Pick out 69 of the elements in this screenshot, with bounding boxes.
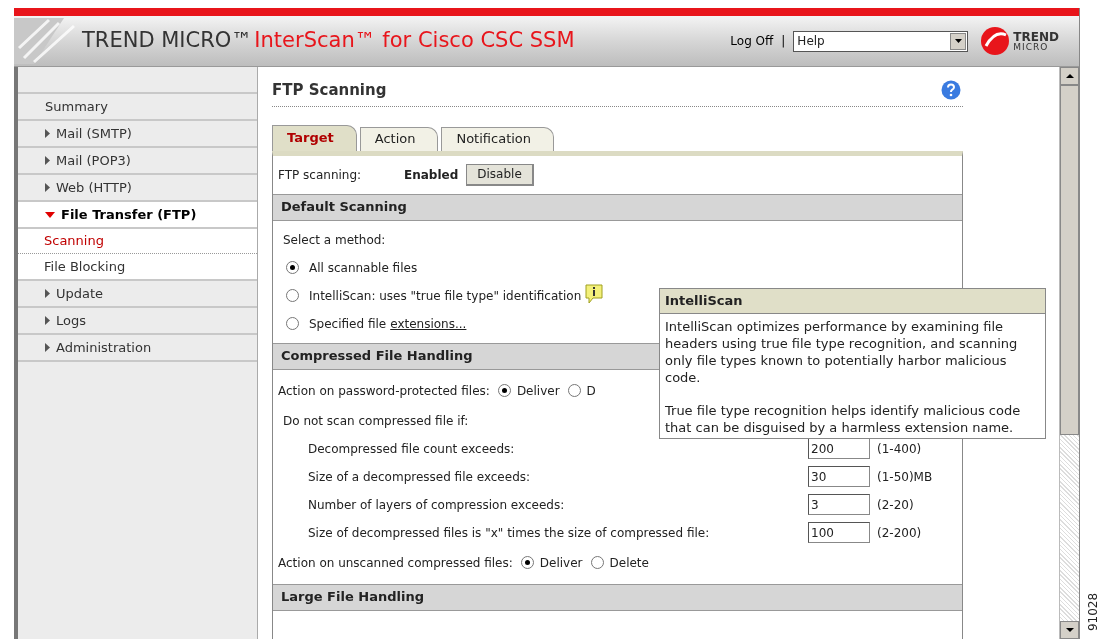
info-icon[interactable] [585,283,604,304]
scroll-down-button[interactable] [1060,621,1079,639]
help-icon[interactable] [941,80,961,101]
radio-button[interactable] [286,317,299,330]
section-header: Large File Handling [273,583,962,611]
radio-button[interactable] [286,289,299,302]
down-arrow-icon [1065,628,1074,632]
triangle-right-icon [45,183,50,192]
brand-name: TREND MICRO™ [82,27,253,55]
row-label: Do not scan compressed file if: [283,412,469,430]
range-label: (1-50)MB [877,468,933,486]
row-label: Select a method: [283,231,386,249]
help-select[interactable]: Help [793,30,969,52]
triangle-right-icon [45,129,50,138]
option-label: D [586,382,596,400]
row-label: Action on password-protected files: [278,382,490,400]
number-field[interactable]: 200 [808,438,870,459]
tab[interactable]: Action [359,126,439,151]
range-label: (1-400) [877,440,922,458]
row-label: Size of decompressed files is "x" times the size of compressed file: [308,524,711,542]
triangle-right-icon [45,156,50,165]
option-label: Delete [609,554,649,572]
log-off-link[interactable]: Log Off [730,32,774,50]
row-label: Action on unscanned compressed files: [278,554,513,572]
radio-button[interactable] [590,556,604,569]
tab[interactable]: Notification [441,126,555,151]
tooltip-title: IntelliScan [660,289,1045,314]
option-label: Specified file [309,315,387,333]
sidebar-subitem[interactable]: Scanning [18,229,257,254]
section-header: Default Scanning [273,193,962,221]
sidebar-subitem[interactable]: File Blocking [18,254,257,279]
disable-button[interactable]: Disable [466,163,534,186]
up-arrow-icon [1065,74,1074,78]
page-title: FTP Scanning [272,80,387,101]
tooltip-text: True file type recognition helps identify malicious code that can be disguised by a harmless extension name. [665,402,1022,436]
dropdown-arrow-icon [954,39,962,43]
extensions-link[interactable]: extensions... [390,314,467,333]
scroll-thumb[interactable] [1060,85,1079,435]
number-field[interactable]: 30 [808,466,870,487]
tab[interactable]: Target [272,124,357,151]
row-label: Decompressed file count exceeds: [308,440,516,458]
row-label: Size of a decompressed file exceeds: [308,468,532,486]
radio-button[interactable] [567,384,581,397]
triangle-right-icon [45,343,50,352]
product-name: InterScan™ for Cisco CSC SSM [254,27,575,55]
triangle-right-icon [45,316,50,325]
sidebar-item[interactable]: File Transfer (FTP) [18,202,257,229]
option-label: Deliver [516,382,560,400]
separator: | [781,33,786,50]
logo-subtext: MICRO [1013,42,1050,52]
triangle-right-icon [45,289,50,298]
figure-number: 91028 [1085,592,1101,632]
row-label: FTP scanning: [278,166,363,184]
logo-ball-icon [980,26,1011,56]
option-label: Deliver [539,554,583,572]
option-label: All scannable files [309,259,418,277]
radio-button[interactable] [497,384,511,397]
status-value: Enabled [404,166,459,184]
radio-button[interactable] [286,261,299,274]
range-label: (2-200) [877,524,922,542]
range-label: (2-20) [877,496,914,514]
row-label: Number of layers of compression exceeds: [308,496,566,514]
triangle-down-icon [45,211,55,218]
logo-text: TREND [1013,30,1059,43]
scroll-up-button[interactable] [1060,67,1079,85]
number-field[interactable]: 3 [808,494,870,515]
number-field[interactable]: 100 [808,522,870,543]
option-label: IntelliScan: uses "true file type" identification [309,287,582,305]
radio-button[interactable] [520,556,534,569]
